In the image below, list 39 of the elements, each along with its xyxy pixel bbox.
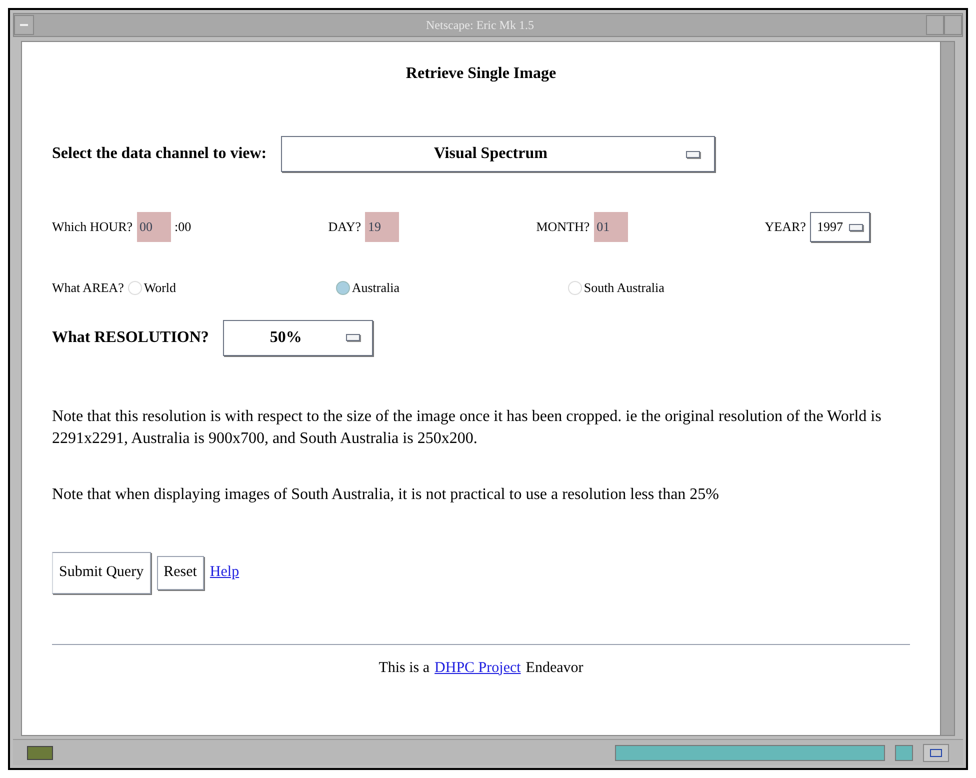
- maximize-button[interactable]: [944, 15, 962, 35]
- minutes-text: :00: [174, 218, 192, 236]
- field-label: DAY?: [328, 218, 362, 236]
- footer-text: Endeavor: [526, 658, 584, 678]
- input-field[interactable]: 01: [594, 212, 628, 242]
- year-select[interactable]: 1997: [810, 212, 870, 242]
- radio-button[interactable]: [568, 280, 582, 295]
- resolution-select[interactable]: 50%: [222, 320, 373, 356]
- area-label: What AREA?: [52, 279, 124, 297]
- page-heading: Retrieve Single Image: [406, 64, 556, 84]
- footer-text: This is a: [378, 658, 430, 678]
- note-paragraph: Note that when displaying images of South Australia, it is not practical to use a resolution less than 25%: [52, 484, 720, 504]
- radio-label: Australia: [352, 279, 400, 297]
- channel-select[interactable]: Visual Spectrum: [280, 136, 715, 172]
- input-field[interactable]: 19: [365, 212, 400, 242]
- field-label: Which HOUR?: [52, 218, 133, 236]
- field-label: MONTH?: [536, 218, 590, 236]
- resolution-label: What RESOLUTION?: [52, 328, 209, 348]
- field-label: YEAR?: [764, 218, 806, 236]
- dropdown-icon: [848, 224, 863, 230]
- window-menu-button[interactable]: [14, 15, 34, 35]
- input-field[interactable]: 00: [136, 212, 171, 242]
- dropdown-icon: [346, 334, 360, 341]
- minimize-button[interactable]: [926, 15, 944, 35]
- reset-button[interactable]: Reset: [156, 556, 204, 590]
- status-indicator: [895, 744, 913, 760]
- minus-icon: [20, 24, 28, 26]
- channel-label: Select the data channel to view:: [52, 144, 267, 164]
- radio-label: World: [144, 279, 176, 297]
- dropdown-icon: [686, 150, 700, 158]
- radio-label: South Australia: [584, 279, 664, 297]
- radio-button[interactable]: [336, 280, 350, 295]
- help-link[interactable]: Help: [210, 561, 240, 584]
- window-title: Netscape: Eric Mk 1.5: [425, 17, 535, 34]
- radio-button[interactable]: [128, 280, 142, 295]
- note-paragraph: Note that this resolution is with respect to the size of the image once it has been cropped. ie the original resolution of the World is 2291x2291, Australia is 900x700, and South Australia is 250x200.: [52, 406, 882, 448]
- submit-button[interactable]: Submit Query: [52, 552, 151, 594]
- scrollbar[interactable]: [940, 42, 954, 735]
- project-link[interactable]: DHPC Project: [434, 656, 521, 679]
